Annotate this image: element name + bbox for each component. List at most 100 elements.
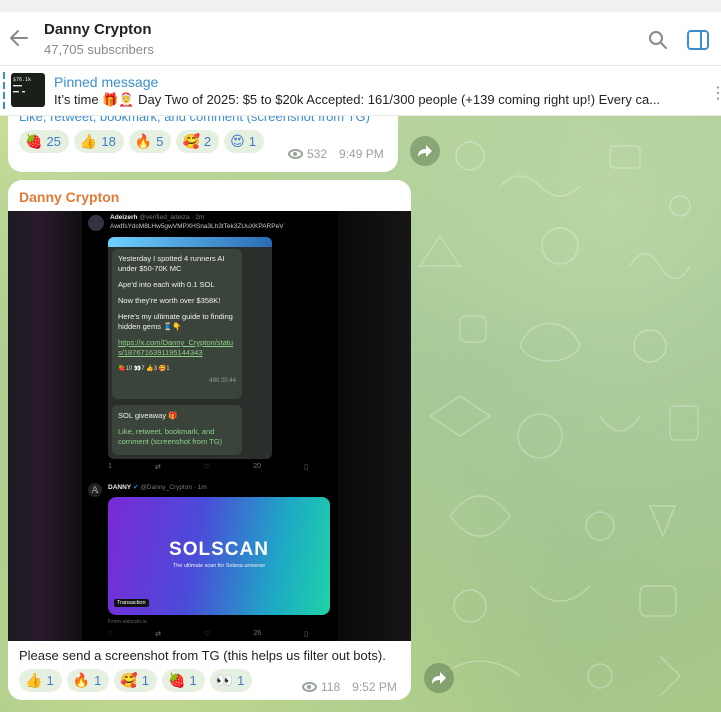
reaction-emoji: 🔥 — [134, 133, 153, 149]
banner-subtitle: The ultimate scan for Solana universe — [172, 563, 266, 569]
tweet2-author-name: DANNY — [108, 484, 132, 491]
message-time: 9:52 PM — [352, 680, 397, 694]
reaction-count: 18 — [101, 134, 116, 149]
chat-area: Like, retweet, bookmark, and comment (sc… — [0, 116, 721, 712]
reaction-chip[interactable]: 🔥 5 — [128, 130, 172, 153]
reaction-emoji: 👀 — [215, 672, 234, 688]
tg-line: Ape'd into each with 0.1 SOL — [118, 280, 215, 289]
tweet-address: AwdfsYdcM8LHw5gwVMPXHSna3Lh3tTek3ZUuXKPA… — [110, 223, 284, 230]
pinned-message-bar[interactable]: $76.1k ▬▬▬ ▬▬ ▬ Pinned message It’s time 🎁… — [0, 66, 721, 116]
banner-logo: SOLSCAN — [169, 539, 269, 560]
reaction-emoji: 🔥 — [72, 672, 91, 688]
message-time: 9:49 PM — [339, 147, 384, 161]
tg-screenshot: Yesterday I spotted 4 runners AI under $… — [108, 237, 272, 459]
chat-header: Danny Crypton 47,705 subscribers — [0, 12, 721, 66]
tg-line: Yesterday I spotted 4 runners AI under $… — [118, 254, 225, 273]
bookmark-icon: ▯ — [304, 464, 308, 471]
reply-icon: ◌ — [108, 630, 113, 637]
image-left-margin — [8, 211, 82, 641]
pinned-label: Pinned message — [54, 74, 159, 90]
reaction-count: 25 — [46, 134, 61, 149]
reaction-count: 1 — [141, 673, 150, 688]
banner-tag: Transaction — [114, 599, 149, 607]
reaction-count: 1 — [94, 673, 102, 688]
reaction-chip[interactable]: 🥰 1 — [114, 669, 158, 692]
image-right-margin — [338, 211, 411, 641]
pinned-thumbnail: $76.1k ▬▬▬ ▬▬ ▬ — [11, 73, 45, 107]
search-icon[interactable] — [647, 29, 669, 51]
like-icon: ♡ — [204, 631, 211, 638]
verified-icon: ✔ — [132, 484, 139, 491]
pinned-thumb-text: $76.1k — [13, 77, 32, 83]
tg-title: SOL giveaway 🎁 — [118, 411, 178, 420]
tg-line: Now they're worth over $358K! — [118, 296, 221, 305]
reaction-count: 1 — [189, 673, 197, 688]
tweet-author-name: Adeizerh — [110, 214, 138, 221]
reaction-count: 1 — [46, 673, 54, 688]
reaction-emoji: 🍓 — [25, 133, 43, 149]
tg-meta: 490 20:44 — [209, 378, 236, 384]
reply-count: 1 — [108, 463, 112, 470]
tweet-stats: 1 ⇄ ♡ 20 ▯ — [108, 463, 308, 471]
reaction-chip[interactable]: 😍 1 — [224, 130, 264, 153]
message-1-reactions: 🍓 25 👍 18 🔥 5 🥰 2 😍 1 — [19, 130, 264, 153]
window-top-strip — [0, 0, 721, 12]
banner-source: From solscan.io — [108, 619, 147, 625]
message-bubble-1[interactable]: Like, retweet, bookmark, and comment (sc… — [8, 116, 398, 172]
tweet2-handle: @Danny_Crypton · 1m — [140, 484, 207, 491]
pinned-text: It’s time 🎁🤶 Day Two of 2025: $5 to $20k… — [54, 92, 661, 107]
tg-message-2: SOL giveaway 🎁 Like, retweet, bookmark, … — [112, 405, 242, 455]
reaction-chip[interactable]: 👍 18 — [73, 130, 124, 153]
tweet-author: Adeizerh @verified_adeiza · 2m — [110, 214, 204, 221]
reaction-count: 5 — [156, 134, 164, 149]
views-count: 20 — [253, 463, 262, 470]
message-bubble-2[interactable]: Danny Crypton Adeizerh @verified_adeiza … — [8, 180, 411, 700]
pin-list-icon[interactable]: ⋮ — [710, 83, 721, 103]
reaction-chip[interactable]: 🔥 1 — [66, 669, 110, 692]
reaction-emoji: 👍 — [79, 133, 98, 149]
eye-icon — [302, 682, 317, 692]
reaction-count: 2 — [203, 134, 212, 149]
tg-message: Yesterday I spotted 4 runners AI under $… — [112, 249, 242, 399]
reaction-emoji: 🥰 — [120, 672, 138, 688]
retweet-icon: ⇄ — [154, 464, 161, 471]
arrow-left-icon[interactable] — [8, 27, 30, 49]
reaction-emoji: 😍 — [230, 133, 245, 149]
reaction-chip[interactable]: 👍 1 — [19, 669, 62, 692]
tweet2-stats: ◌ ⇄ ♡ 26 ▯ — [108, 630, 308, 638]
reaction-chip[interactable]: 🍓 1 — [162, 669, 205, 692]
pinned-indicator — [3, 72, 5, 110]
view-count: 532 — [307, 147, 328, 161]
message-1-caption: Like, retweet, bookmark, and comment (sc… — [19, 116, 370, 124]
reaction-count: 1 — [248, 134, 256, 149]
tweet-handle: @verified_adeiza · 2m — [139, 214, 205, 221]
channel-title[interactable]: Danny Crypton — [44, 21, 152, 38]
tg-link: https://x.com/Danny_Crypton/status/18767… — [118, 338, 234, 357]
reaction-chip[interactable]: 👀 1 — [209, 669, 253, 692]
tg-line: Here's my ultimate guide to finding hidd… — [118, 312, 233, 331]
screenshot-image[interactable]: Adeizerh @verified_adeiza · 2m AwdfsYdcM… — [8, 211, 411, 641]
message-1-meta: 532 9:49 PM — [288, 147, 384, 161]
share-button[interactable] — [424, 663, 454, 693]
solscan-banner: SOLSCAN The ultimate scan for Solana uni… — [108, 497, 330, 615]
message-2-caption: Please send a screenshot from TG (this h… — [19, 648, 386, 663]
share-button[interactable] — [410, 136, 440, 166]
bookmark-icon: ▯ — [304, 631, 308, 638]
share-arrow-icon — [432, 672, 446, 684]
tweet2-avatar: 𝔸 — [88, 483, 102, 497]
message-sender[interactable]: Danny Crypton — [19, 189, 119, 205]
tweet-avatar — [88, 215, 104, 231]
reaction-chip[interactable]: 🥰 2 — [176, 130, 220, 153]
eye-icon — [288, 149, 303, 159]
share-arrow-icon — [418, 145, 432, 157]
subscriber-count: 47,705 subscribers — [44, 42, 154, 57]
tweet-screenshot: Adeizerh @verified_adeiza · 2m AwdfsYdcM… — [82, 211, 338, 641]
sidebar-panel-icon[interactable] — [686, 29, 710, 51]
reaction-emoji: 🥰 — [182, 133, 200, 149]
message-2-reactions: 👍 1 🔥 1 🥰 1 🍓 1 👀 1 — [19, 669, 253, 692]
view-count: 118 — [321, 680, 341, 694]
views-count: 26 — [253, 630, 262, 637]
reaction-chip[interactable]: 🍓 25 — [19, 130, 69, 153]
retweet-icon: ⇄ — [155, 631, 162, 638]
reaction-count: 1 — [237, 673, 245, 688]
